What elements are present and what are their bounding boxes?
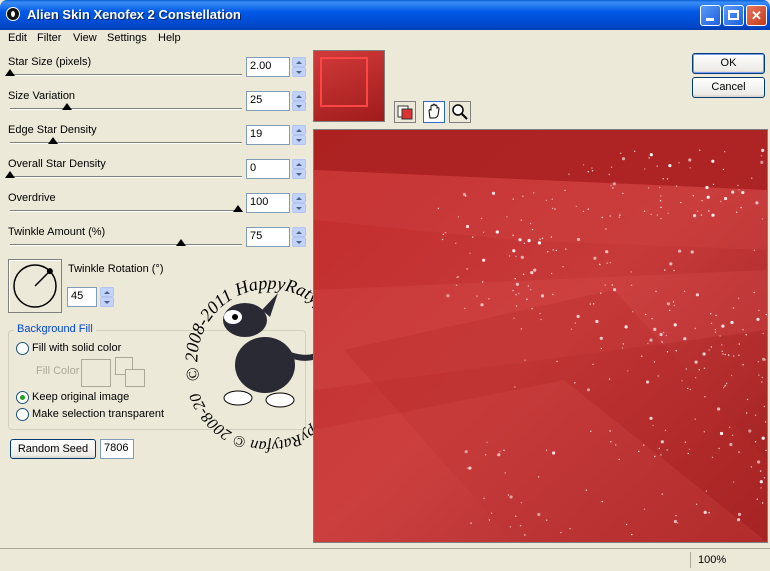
effect-preview[interactable] xyxy=(313,129,768,543)
spin-up-icon[interactable] xyxy=(292,57,306,67)
random-seed-button[interactable]: Random Seed xyxy=(10,439,96,459)
slider-value-field[interactable]: 100 xyxy=(246,193,290,213)
twinkle-rotation-spinner[interactable] xyxy=(100,287,114,307)
fill-color-label: Fill Color xyxy=(36,365,80,377)
slider-value-field[interactable]: 25 xyxy=(246,91,290,111)
magnifier-icon xyxy=(452,104,468,120)
keep-original-radio[interactable] xyxy=(16,391,29,404)
slider-track[interactable] xyxy=(10,244,242,246)
spin-down-icon[interactable] xyxy=(292,135,306,145)
slider-track[interactable] xyxy=(10,176,242,178)
zoom-level: 100% xyxy=(698,554,727,566)
maximize-button[interactable] xyxy=(723,5,744,26)
fill-solid-radio[interactable] xyxy=(16,342,29,355)
twinkle-rotation-label: Twinkle Rotation (°) xyxy=(68,263,164,275)
random-seed-field[interactable]: 7806 xyxy=(100,439,134,459)
fill-solid-label[interactable]: Fill with solid color xyxy=(32,342,121,354)
slider-spinner[interactable] xyxy=(292,125,306,145)
slider-thumb[interactable] xyxy=(5,69,15,76)
spin-down-icon[interactable] xyxy=(292,237,306,247)
slider-value-field[interactable]: 2.00 xyxy=(246,57,290,77)
status-divider xyxy=(690,552,691,568)
menu-help[interactable]: Help xyxy=(158,32,181,44)
slider-track[interactable] xyxy=(10,74,242,76)
rotation-dial-graphic xyxy=(13,264,57,308)
slider-value-field[interactable]: 75 xyxy=(246,227,290,247)
ok-button[interactable]: OK xyxy=(692,53,765,74)
slider-thumb[interactable] xyxy=(62,103,72,110)
preview-compare-tool[interactable] xyxy=(394,101,416,123)
slider-spinner[interactable] xyxy=(292,57,306,77)
menu-settings[interactable]: Settings xyxy=(107,32,147,44)
slider-spinner[interactable] xyxy=(292,227,306,247)
spin-down-icon[interactable] xyxy=(292,67,306,77)
slider-thumb[interactable] xyxy=(48,137,59,144)
slider-label: Star Size (pixels) xyxy=(8,56,92,68)
twinkle-rotation-dial[interactable] xyxy=(8,259,62,313)
fill-color-swatch[interactable] xyxy=(81,359,111,387)
fill-color-swap-front[interactable] xyxy=(125,369,145,387)
spin-down-icon[interactable] xyxy=(292,101,306,111)
spin-up-icon[interactable] xyxy=(292,193,306,203)
alien-skin-icon[interactable] xyxy=(6,7,20,21)
spin-up-icon[interactable] xyxy=(292,159,306,169)
background-fill-title: Background Fill xyxy=(14,323,96,335)
slider-thumb[interactable] xyxy=(233,205,243,212)
preview-image xyxy=(314,130,767,542)
slider-label: Overall Star Density xyxy=(8,158,106,170)
slider-value-field[interactable]: 19 xyxy=(246,125,290,145)
slider-label: Edge Star Density xyxy=(8,124,97,136)
menu-bar: Edit Filter View Settings Help xyxy=(0,30,770,48)
slider-spinner[interactable] xyxy=(292,193,306,213)
slider-label: Twinkle Amount (%) xyxy=(8,226,106,238)
hand-icon xyxy=(428,103,440,119)
title-bar[interactable]: Alien Skin Xenofex 2 Constellation ✕ xyxy=(0,0,770,30)
slider-label: Overdrive xyxy=(8,192,56,204)
spin-up-icon[interactable] xyxy=(292,227,306,237)
slider-spinner[interactable] xyxy=(292,159,306,179)
spin-up-icon[interactable] xyxy=(100,287,114,297)
transparent-radio[interactable] xyxy=(16,408,29,421)
slider-label: Size Variation xyxy=(8,90,76,102)
menu-edit[interactable]: Edit xyxy=(8,32,27,44)
minimize-icon xyxy=(706,18,714,21)
transparent-label[interactable]: Make selection transparent xyxy=(32,408,164,420)
slider-track[interactable] xyxy=(10,210,242,212)
slider-track[interactable] xyxy=(10,108,242,110)
cancel-button[interactable]: Cancel xyxy=(692,77,765,98)
slider-value-field[interactable]: 0 xyxy=(246,159,290,179)
hand-tool[interactable] xyxy=(423,101,445,123)
spin-down-icon[interactable] xyxy=(292,169,306,179)
slider-thumb[interactable] xyxy=(5,171,15,178)
spin-down-icon[interactable] xyxy=(100,297,114,307)
close-button[interactable]: ✕ xyxy=(746,5,767,26)
window-title: Alien Skin Xenofex 2 Constellation xyxy=(27,7,241,22)
zoom-tool[interactable] xyxy=(449,101,471,123)
slider-track[interactable] xyxy=(10,142,242,144)
spin-down-icon[interactable] xyxy=(292,203,306,213)
twinkle-rotation-field[interactable]: 45 xyxy=(67,287,97,307)
close-icon: ✕ xyxy=(751,8,762,23)
keep-original-label[interactable]: Keep original image xyxy=(32,391,129,403)
slider-spinner[interactable] xyxy=(292,91,306,111)
status-bar xyxy=(0,548,770,571)
maximize-icon xyxy=(728,10,739,20)
menu-filter[interactable]: Filter xyxy=(37,32,61,44)
spin-up-icon[interactable] xyxy=(292,125,306,135)
navigator-thumbnail[interactable] xyxy=(313,50,385,122)
slider-thumb[interactable] xyxy=(176,239,186,246)
preview-compare-icon xyxy=(397,105,413,120)
minimize-button[interactable] xyxy=(700,5,721,26)
navigator-viewport-rect[interactable] xyxy=(320,57,368,107)
menu-view[interactable]: View xyxy=(73,32,97,44)
spin-up-icon[interactable] xyxy=(292,91,306,101)
